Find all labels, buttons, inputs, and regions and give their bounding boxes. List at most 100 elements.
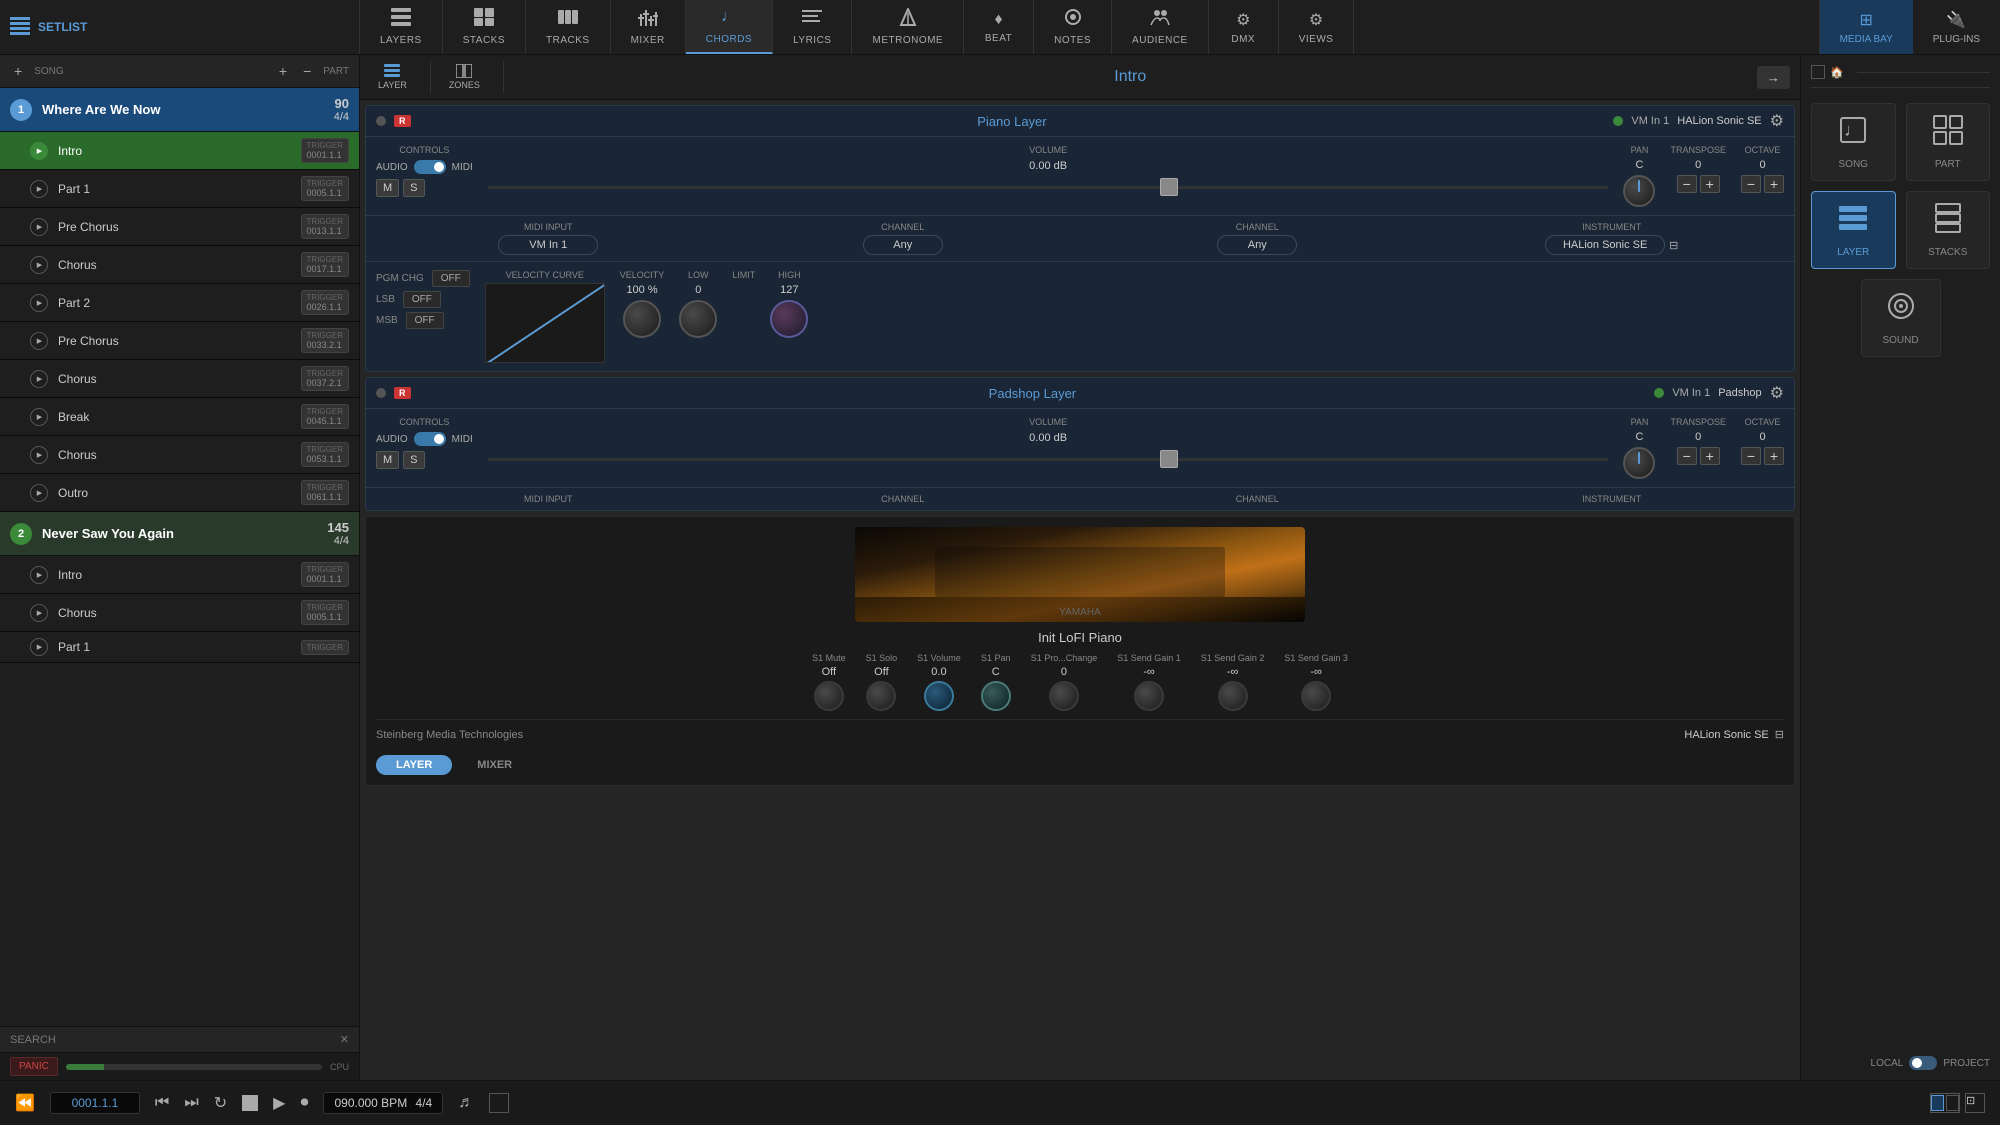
go-to-start-button[interactable]: ⏮ bbox=[155, 1094, 169, 1112]
play-btn-intro[interactable] bbox=[30, 142, 48, 160]
play-btn-chorus1[interactable] bbox=[30, 256, 48, 274]
padshop-octave-plus-btn[interactable]: + bbox=[1764, 447, 1784, 465]
part-item-chorus3[interactable]: Chorus TRIGGER 0053.1.1 bbox=[0, 436, 359, 474]
song-item-1[interactable]: 1 Where Are We Now 90 4/4 bbox=[0, 88, 359, 132]
s1-pan-knob[interactable] bbox=[981, 681, 1011, 711]
mixer-tab[interactable]: MIXER bbox=[457, 755, 532, 775]
split-view-btn[interactable] bbox=[1930, 1093, 1960, 1113]
tab-mixer[interactable]: MIXER bbox=[611, 0, 686, 54]
part-item-prechorus2[interactable]: Pre Chorus TRIGGER 0033.2.1 bbox=[0, 322, 359, 360]
s1-mute-knob[interactable] bbox=[814, 681, 844, 711]
transpose-minus-btn[interactable]: − bbox=[1677, 175, 1697, 193]
mute-button[interactable]: M bbox=[376, 179, 399, 197]
piano-mute-btn[interactable] bbox=[376, 116, 386, 126]
play-btn-break[interactable] bbox=[30, 408, 48, 426]
padshop-mute-button[interactable]: M bbox=[376, 451, 399, 469]
channel2-value[interactable]: Any bbox=[1217, 235, 1297, 255]
padshop-pan-knob[interactable] bbox=[1623, 447, 1655, 479]
audio-midi-toggle[interactable] bbox=[414, 160, 446, 174]
play-btn-part2[interactable] bbox=[30, 294, 48, 312]
octave-minus-btn[interactable]: − bbox=[1741, 175, 1761, 193]
part-item-chorus1[interactable]: Chorus TRIGGER 0017.1.1 bbox=[0, 246, 359, 284]
pan-knob[interactable] bbox=[1623, 175, 1655, 207]
record-icon[interactable]: ⏺ bbox=[300, 1094, 308, 1112]
lsb-btn[interactable]: OFF bbox=[403, 291, 441, 308]
play-btn-s2-part1[interactable] bbox=[30, 638, 48, 656]
pgm-chg-btn[interactable]: OFF bbox=[432, 270, 470, 287]
tab-lyrics[interactable]: LYRICS bbox=[773, 0, 852, 54]
instrument-value[interactable]: HALion Sonic SE bbox=[1545, 235, 1665, 255]
s1-sendgain1-knob[interactable] bbox=[1134, 681, 1164, 711]
piano-menu-icon[interactable]: ⚙ bbox=[1770, 111, 1784, 131]
instrument-menu-icon[interactable]: ⊟ bbox=[1669, 239, 1678, 252]
fullscreen-btn[interactable]: ⊡ bbox=[1965, 1093, 1985, 1113]
play-btn-chorus2[interactable] bbox=[30, 370, 48, 388]
s1-sendgain3-knob[interactable] bbox=[1301, 681, 1331, 711]
song-item-2[interactable]: 2 Never Saw You Again 145 4/4 bbox=[0, 512, 359, 556]
tab-metronome[interactable]: METRONOME bbox=[852, 0, 964, 54]
channel-value[interactable]: Any bbox=[863, 235, 943, 255]
local-project-toggle[interactable] bbox=[1909, 1056, 1937, 1070]
midi-input-value[interactable]: VM In 1 bbox=[498, 235, 598, 255]
tab-tracks[interactable]: TRACKS bbox=[526, 0, 611, 54]
play-btn-s2-intro[interactable] bbox=[30, 566, 48, 584]
s1-volume-knob[interactable] bbox=[924, 681, 954, 711]
padshop-menu-icon[interactable]: ⚙ bbox=[1770, 383, 1784, 403]
media-bay-song[interactable]: ♩ SONG bbox=[1811, 103, 1896, 181]
tuner-icon[interactable]: ♬ bbox=[458, 1094, 474, 1112]
play-btn-prechorus1[interactable] bbox=[30, 218, 48, 236]
s1-solo-knob[interactable] bbox=[866, 681, 896, 711]
s1-sendgain2-knob[interactable] bbox=[1218, 681, 1248, 711]
s1-prochange-knob[interactable] bbox=[1049, 681, 1079, 711]
volume-slider-handle[interactable] bbox=[1160, 178, 1178, 196]
low-knob[interactable] bbox=[679, 300, 717, 338]
part-item-chorus2[interactable]: Chorus TRIGGER 0037.2.1 bbox=[0, 360, 359, 398]
tab-notes[interactable]: NOTES bbox=[1034, 0, 1112, 54]
media-bay-sound[interactable]: SOUND bbox=[1861, 279, 1941, 357]
layer-toolbar-btn[interactable]: LAYER bbox=[370, 61, 415, 93]
loop-button[interactable]: ↻ bbox=[214, 1093, 227, 1113]
media-bay-layer[interactable]: LAYER bbox=[1811, 191, 1896, 269]
tab-beat[interactable]: ♦ BEAT bbox=[964, 0, 1034, 54]
panic-button[interactable]: PANIC bbox=[10, 1057, 58, 1076]
padshop-volume-handle[interactable] bbox=[1160, 450, 1178, 468]
play-btn-outro[interactable] bbox=[30, 484, 48, 502]
part-item-s2-part1[interactable]: Part 1 TRIGGER bbox=[0, 632, 359, 663]
tab-layers[interactable]: LAYERS bbox=[360, 0, 443, 54]
tab-stacks[interactable]: STACKS bbox=[443, 0, 526, 54]
add-song-button[interactable]: + bbox=[10, 61, 26, 81]
media-bay-nav[interactable]: ⊞ MEDIA BAY bbox=[1820, 0, 1913, 54]
tab-audience[interactable]: AUDIENCE bbox=[1112, 0, 1209, 54]
home-icon[interactable]: 🏠 bbox=[1830, 66, 1844, 79]
play-button[interactable]: ▶ bbox=[273, 1093, 285, 1113]
rewind-icon[interactable]: ⏪ bbox=[15, 1093, 35, 1113]
part-item-part2[interactable]: Part 2 TRIGGER 0026.1.1 bbox=[0, 284, 359, 322]
zones-toolbar-btn[interactable]: ZONES bbox=[441, 61, 488, 93]
play-btn-prechorus2[interactable] bbox=[30, 332, 48, 350]
part-item-s2-chorus[interactable]: Chorus TRIGGER 0005.1.1 bbox=[0, 594, 359, 632]
tab-views[interactable]: ⚙ VIEWS bbox=[1279, 0, 1355, 54]
velocity-knob[interactable] bbox=[623, 300, 661, 338]
media-bay-stacks[interactable]: STACKS bbox=[1906, 191, 1991, 269]
part-item-s2-intro[interactable]: Intro TRIGGER 0001.1.1 bbox=[0, 556, 359, 594]
padshop-mute-btn[interactable] bbox=[376, 388, 386, 398]
search-close-button[interactable]: ✕ bbox=[340, 1033, 349, 1046]
add-part-button[interactable]: + bbox=[275, 61, 291, 81]
padshop-audio-midi-toggle[interactable] bbox=[414, 432, 446, 446]
plugin-menu-icon[interactable]: ⊟ bbox=[1775, 728, 1784, 741]
media-bay-part[interactable]: PART bbox=[1906, 103, 1991, 181]
part-item-part1[interactable]: Part 1 TRIGGER 0005.1.1 bbox=[0, 170, 359, 208]
stop-button[interactable] bbox=[242, 1095, 258, 1111]
part-item-intro[interactable]: Intro TRIGGER 0001.1.1 bbox=[0, 132, 359, 170]
click-box[interactable] bbox=[489, 1093, 509, 1113]
right-panel-checkbox[interactable] bbox=[1811, 65, 1825, 79]
octave-plus-btn[interactable]: + bbox=[1764, 175, 1784, 193]
play-btn-s2-chorus[interactable] bbox=[30, 604, 48, 622]
padshop-r-btn[interactable]: R bbox=[394, 387, 411, 399]
part-item-break[interactable]: Break TRIGGER 0045.1.1 bbox=[0, 398, 359, 436]
velocity-curve-display[interactable] bbox=[485, 283, 605, 363]
padshop-octave-minus-btn[interactable]: − bbox=[1741, 447, 1761, 465]
solo-button[interactable]: S bbox=[403, 179, 424, 197]
transpose-plus-btn[interactable]: + bbox=[1700, 175, 1720, 193]
plug-ins-nav[interactable]: 🔌 PLUG-INS bbox=[1913, 0, 2000, 54]
